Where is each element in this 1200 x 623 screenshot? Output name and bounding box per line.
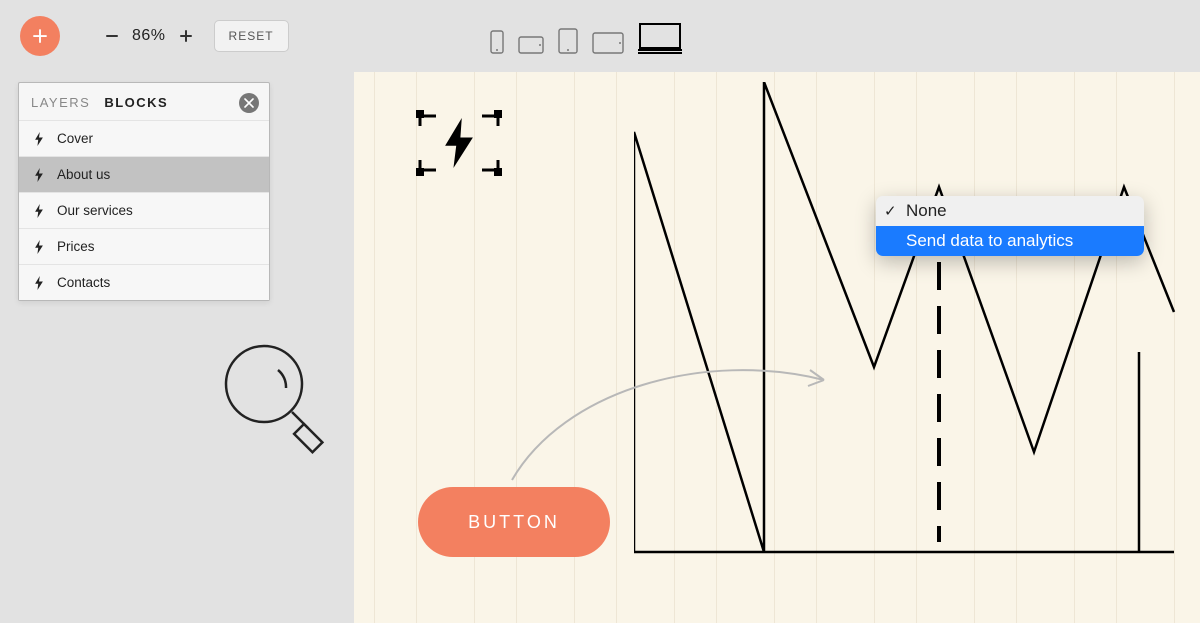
zoom-out-button[interactable] (100, 24, 124, 48)
grid-line (374, 72, 375, 623)
grid-line (974, 72, 975, 623)
selected-element-amp[interactable] (418, 112, 500, 174)
panel-item-label: Cover (57, 131, 93, 146)
canvas-button-element[interactable]: BUTTON (418, 487, 610, 557)
lightning-bolt-icon (442, 118, 476, 168)
device-selector (490, 22, 682, 54)
close-icon (244, 98, 254, 108)
lightning-bolt-icon (33, 276, 45, 290)
grid-line (1074, 72, 1075, 623)
panel-item-label: Our services (57, 203, 133, 218)
plus-icon (31, 27, 49, 45)
magnifier-icon (216, 340, 336, 460)
zoom-controls: 86% (100, 24, 198, 48)
panel-item-cover[interactable]: Cover (19, 120, 269, 156)
dropdown-item-label: Send data to analytics (906, 231, 1073, 250)
resize-handle[interactable] (416, 168, 424, 176)
tab-layers[interactable]: LAYERS (31, 95, 90, 110)
grid-line (774, 72, 775, 623)
panel-item-label: Prices (57, 239, 95, 254)
grid-line (674, 72, 675, 623)
resize-handle[interactable] (416, 110, 424, 118)
dropdown-option-none[interactable]: ✓ None (876, 196, 1144, 226)
panel-item-our-services[interactable]: Our services (19, 192, 269, 228)
resize-handle[interactable] (494, 110, 502, 118)
zoom-in-button[interactable] (174, 24, 198, 48)
grid-line (816, 72, 817, 623)
tab-blocks[interactable]: BLOCKS (104, 95, 168, 110)
grid-line (1116, 72, 1117, 623)
panel-list: Cover About us Our services Prices Conta… (19, 120, 269, 300)
blocks-panel: LAYERS BLOCKS Cover About us Our service… (18, 82, 270, 301)
panel-item-prices[interactable]: Prices (19, 228, 269, 264)
canvas[interactable]: BUTTON (354, 72, 1200, 623)
add-button[interactable] (20, 16, 60, 56)
panel-item-about-us[interactable]: About us (19, 156, 269, 192)
resize-handle[interactable] (494, 168, 502, 176)
panel-item-label: About us (57, 167, 110, 182)
grid-line (716, 72, 717, 623)
phone-icon (490, 30, 504, 54)
grid-line (874, 72, 875, 623)
lightning-bolt-icon (33, 168, 45, 182)
device-tablet-landscape[interactable] (592, 32, 624, 54)
panel-close-button[interactable] (239, 93, 259, 113)
tablet-portrait-icon (558, 28, 578, 54)
panel-item-label: Contacts (57, 275, 110, 290)
reset-button[interactable]: RESET (214, 20, 289, 52)
grid-line (616, 72, 617, 623)
panel-item-contacts[interactable]: Contacts (19, 264, 269, 300)
grid-line (916, 72, 917, 623)
tablet-landscape-icon (592, 32, 624, 54)
device-tablet-small-landscape[interactable] (518, 36, 544, 54)
lightning-bolt-icon (33, 204, 45, 218)
panel-header: LAYERS BLOCKS (19, 83, 269, 120)
check-icon: ✓ (884, 202, 897, 220)
grid-line (416, 72, 417, 623)
device-desktop[interactable] (638, 22, 682, 54)
dropdown-item-label: None (906, 201, 947, 220)
device-tablet-portrait[interactable] (558, 28, 578, 54)
zoom-value: 86% (132, 27, 166, 45)
lightning-bolt-icon (33, 132, 45, 146)
lightning-bolt-icon (33, 240, 45, 254)
chart-polyline (634, 82, 1194, 582)
tablet-landscape-small-icon (518, 36, 544, 54)
grid-line (1016, 72, 1017, 623)
dropdown-option-send-analytics[interactable]: Send data to analytics (876, 226, 1144, 256)
desktop-icon (638, 22, 682, 52)
device-phone[interactable] (490, 30, 504, 54)
minus-icon (105, 29, 119, 43)
canvas-button-label: BUTTON (468, 512, 560, 533)
top-toolbar: 86% RESET (0, 0, 1200, 72)
grid-line (1174, 72, 1175, 623)
action-dropdown: ✓ None Send data to analytics (876, 196, 1144, 256)
plus-icon (179, 29, 193, 43)
